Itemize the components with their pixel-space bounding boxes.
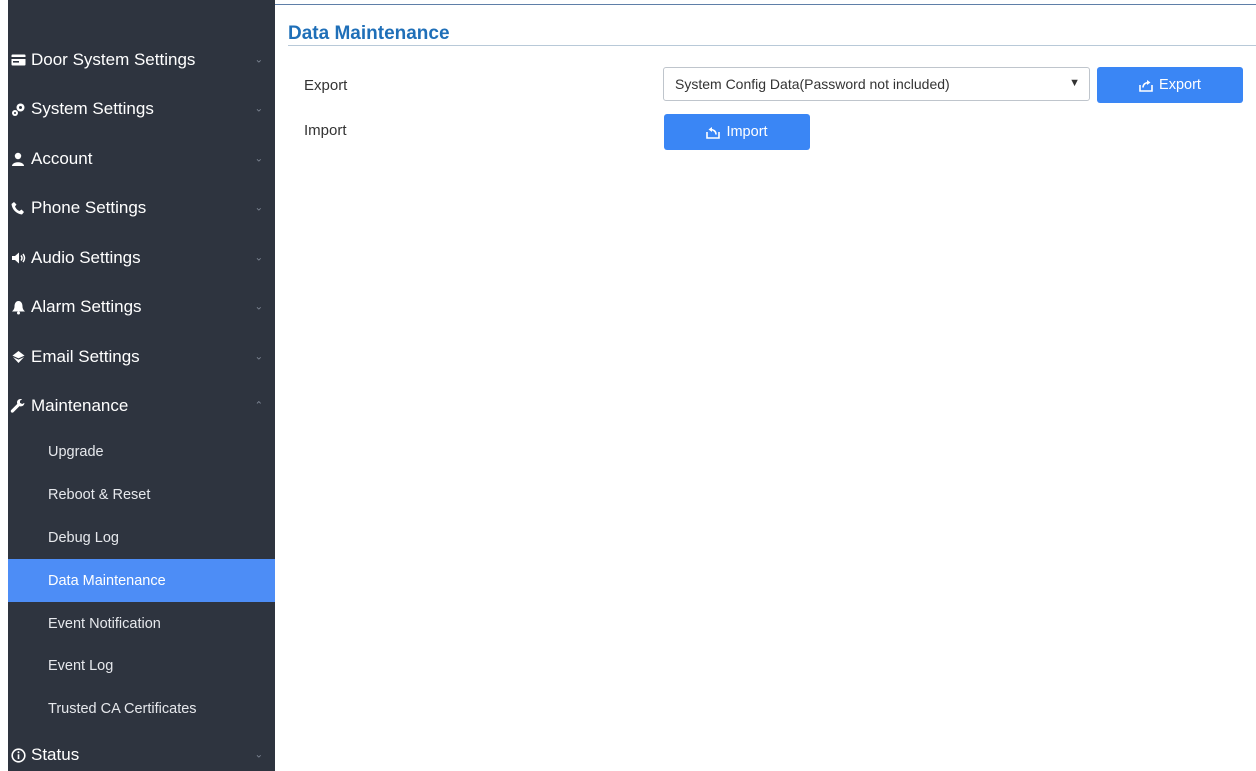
- sidebar-subitem-reboot-reset[interactable]: Reboot & Reset: [8, 474, 275, 517]
- sidebar-item-system-settings[interactable]: System Settings ⌄: [8, 85, 275, 135]
- chevron-down-icon: ⌄: [254, 54, 263, 66]
- export-icon: [1139, 79, 1153, 92]
- gears-icon: [10, 101, 26, 117]
- top-divider: [275, 4, 1256, 5]
- chevron-down-icon: ⌄: [254, 301, 263, 313]
- sidebar-item-alarm-settings[interactable]: Alarm Settings ⌄: [8, 283, 275, 333]
- chevron-down-icon: ⌄: [254, 153, 263, 165]
- main-content: Data Maintenance Export System Config Da…: [275, 0, 1256, 771]
- phone-icon: [10, 200, 26, 216]
- sidebar-item-label: Status: [31, 745, 80, 765]
- dropdown-arrow-icon: ▼: [1069, 77, 1080, 89]
- sidebar-item-label: Maintenance: [31, 396, 129, 416]
- page-title: Data Maintenance: [288, 23, 450, 44]
- import-label: Import: [304, 122, 347, 139]
- sidebar-item-email-settings[interactable]: Email Settings ⌄: [8, 332, 275, 382]
- sidebar-subitem-debug-log[interactable]: Debug Log: [8, 517, 275, 560]
- bell-icon: [10, 299, 26, 315]
- wrench-icon: [10, 398, 26, 414]
- sidebar-item-maintenance[interactable]: Maintenance ⌃: [8, 382, 275, 432]
- import-icon: [706, 126, 721, 139]
- title-divider: [288, 45, 1256, 46]
- import-button-label: Import: [726, 124, 768, 140]
- export-type-select-value: System Config Data(Password not included…: [675, 76, 950, 92]
- chevron-down-icon: ⌄: [254, 252, 263, 264]
- card-icon: [10, 52, 26, 68]
- user-icon: [10, 151, 26, 167]
- sidebar-item-account[interactable]: Account ⌄: [8, 134, 275, 184]
- sidebar-item-phone-settings[interactable]: Phone Settings ⌄: [8, 184, 275, 234]
- sidebar-item-audio-settings[interactable]: Audio Settings ⌄: [8, 233, 275, 283]
- email-icon: [10, 349, 26, 365]
- left-edge: [0, 0, 8, 771]
- chevron-up-icon: ⌃: [254, 400, 263, 412]
- sidebar-item-label: Audio Settings: [31, 247, 141, 267]
- sidebar-subitem-upgrade[interactable]: Upgrade: [8, 431, 275, 474]
- sidebar-subitem-event-log[interactable]: Event Log: [8, 645, 275, 688]
- sidebar-item-status[interactable]: Status ⌄: [8, 731, 275, 771]
- sidebar-item-door-system-settings[interactable]: Door System Settings ⌄: [8, 35, 275, 85]
- sidebar-subitem-event-notification[interactable]: Event Notification: [8, 602, 275, 645]
- chevron-down-icon: ⌄: [254, 749, 263, 761]
- export-button-label: Export: [1159, 77, 1201, 93]
- export-button[interactable]: Export: [1097, 67, 1243, 103]
- sidebar: Door System Settings ⌄ System Settings ⌄…: [8, 0, 275, 771]
- chevron-down-icon: ⌄: [254, 202, 263, 214]
- speaker-icon: [10, 250, 26, 266]
- chevron-down-icon: ⌄: [254, 351, 263, 363]
- sidebar-item-label: Phone Settings: [31, 198, 147, 218]
- sidebar-item-label: Alarm Settings: [31, 297, 142, 317]
- sidebar-item-label: Email Settings: [31, 346, 140, 366]
- info-icon: [10, 747, 26, 763]
- sidebar-subitem-data-maintenance[interactable]: Data Maintenance: [8, 559, 275, 603]
- export-label: Export: [304, 77, 348, 94]
- sidebar-item-label: Door System Settings: [31, 49, 196, 69]
- import-button[interactable]: Import: [664, 114, 810, 150]
- chevron-down-icon: ⌄: [254, 103, 263, 115]
- sidebar-subitem-trusted-ca-certificates[interactable]: Trusted CA Certificates: [8, 688, 275, 731]
- sidebar-item-label: System Settings: [31, 99, 154, 119]
- export-type-select[interactable]: System Config Data(Password not included…: [663, 67, 1090, 101]
- sidebar-item-label: Account: [31, 148, 93, 168]
